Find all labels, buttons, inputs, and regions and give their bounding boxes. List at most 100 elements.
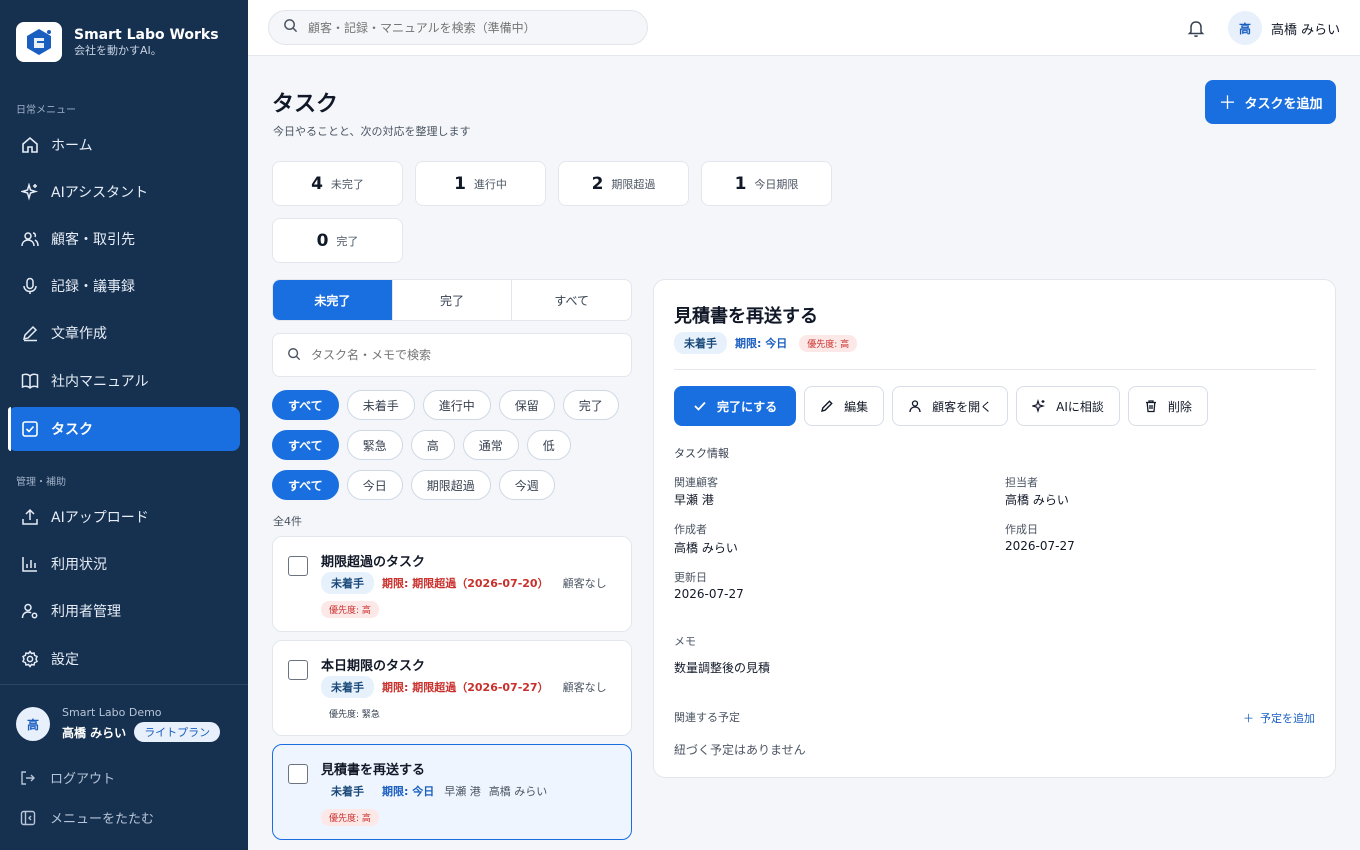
search-icon <box>287 346 301 365</box>
stat-card-overdue[interactable]: 2 期限超過 <box>558 161 689 206</box>
filter-priority-normal[interactable]: 通常 <box>462 430 519 460</box>
field-label: 作成者 <box>674 523 707 536</box>
stat-card-incomplete[interactable]: 4 未完了 <box>272 161 403 206</box>
filter-due-this-week[interactable]: 今週 <box>498 470 555 500</box>
plan-badge: ライトプラン <box>134 722 221 742</box>
stat-label: 今日期限 <box>754 177 799 191</box>
stat-card-due-today[interactable]: 1 今日期限 <box>701 161 832 206</box>
mic-icon <box>20 276 40 296</box>
filter-priority-high[interactable]: 高 <box>410 430 455 460</box>
memo-label: メモ <box>674 635 696 648</box>
global-search-input[interactable] <box>308 20 628 35</box>
user-gear-icon <box>20 601 40 621</box>
sidebar-item-records[interactable]: 記録・議事録 <box>8 264 240 308</box>
sidebar-item-writing[interactable]: 文章作成 <box>8 311 240 355</box>
delete-button[interactable]: 削除 <box>1127 386 1208 426</box>
pen-icon <box>20 323 40 343</box>
home-icon <box>20 135 40 155</box>
empty-schedule-text: 紐づく予定はありません <box>674 743 806 757</box>
upload-icon <box>20 507 40 527</box>
bell-icon[interactable] <box>1186 18 1206 38</box>
collapse-menu-link[interactable]: メニューをたたむ <box>20 808 154 827</box>
top-user-menu[interactable]: 高 高橋 みらい <box>1228 11 1340 45</box>
tab-incomplete[interactable]: 未完了 <box>273 280 393 320</box>
field-label: 更新日 <box>674 571 707 584</box>
sidebar-item-customers[interactable]: 顧客・取引先 <box>8 217 240 261</box>
filter-priority-all[interactable]: すべて <box>272 430 339 460</box>
sidebar-item-label: 文章作成 <box>51 326 107 342</box>
complete-button[interactable]: 完了にする <box>674 386 797 426</box>
search-icon <box>283 18 298 37</box>
filter-status-on-hold[interactable]: 保留 <box>498 390 555 420</box>
task-list-item[interactable]: 本日期限のタスク 未着手 期限: 期限超過（2026-07-27） 顧客なし 優… <box>272 640 632 736</box>
task-list-item[interactable]: 期限超過のタスク 未着手 期限: 期限超過（2026-07-20） 顧客なし 優… <box>272 536 632 632</box>
sidebar-item-user-management[interactable]: 利用者管理 <box>8 589 240 633</box>
task-checkbox[interactable] <box>288 660 308 680</box>
task-list-item-selected[interactable]: 見積書を再送する 未着手 期限: 今日 早瀬 港 高橋 みらい 優先度: 高 <box>272 744 632 840</box>
field-updated: 2026-07-27 <box>674 587 744 601</box>
sidebar-item-label: AIアシスタント <box>51 185 149 201</box>
task-checkbox[interactable] <box>288 764 308 784</box>
status-badge: 未着手 <box>331 785 364 798</box>
tab-all[interactable]: すべて <box>512 280 631 320</box>
task-customer: 早瀬 港 <box>444 785 481 798</box>
priority-badge: 優先度: 緊急 <box>329 710 380 720</box>
task-search-input[interactable] <box>311 348 611 362</box>
detail-due: 期限: 今日 <box>735 337 788 350</box>
bar-chart-icon <box>20 554 40 574</box>
task-due: 期限: 期限超過（2026-07-20） <box>382 577 549 590</box>
sidebar-item-ai-assistant[interactable]: AIアシスタント <box>8 170 240 214</box>
ask-ai-button[interactable]: AIに相談 <box>1016 386 1120 426</box>
sidebar-item-ai-upload[interactable]: AIアップロード <box>8 495 240 539</box>
divider <box>674 369 1316 370</box>
sidebar-divider <box>0 684 248 685</box>
sidebar-collapse-icon <box>20 809 38 827</box>
open-customer-button[interactable]: 顧客を開く <box>892 386 1009 426</box>
brand[interactable]: Smart Labo Works 会社を動かすAI。 <box>16 22 219 62</box>
check-icon <box>693 398 709 414</box>
sidebar-item-usage[interactable]: 利用状況 <box>8 542 240 586</box>
task-search[interactable] <box>272 333 632 377</box>
top-user-name: 高橋 みらい <box>1271 22 1341 38</box>
stat-card-in-progress[interactable]: 1 進行中 <box>415 161 546 206</box>
field-created: 2026-07-27 <box>1005 539 1075 553</box>
filter-status-all[interactable]: すべて <box>272 390 339 420</box>
task-assignee: 高橋 みらい <box>488 785 548 798</box>
delete-label: 削除 <box>1167 399 1192 414</box>
sidebar-item-label: AIアップロード <box>51 510 149 526</box>
stat-card-completed[interactable]: 0 完了 <box>272 218 403 263</box>
avatar: 高 <box>16 707 50 741</box>
edit-button[interactable]: 編集 <box>804 386 885 426</box>
tab-completed[interactable]: 完了 <box>393 280 513 320</box>
task-count: 全4件 <box>273 515 302 528</box>
filter-status-not-started[interactable]: 未着手 <box>346 390 415 420</box>
status-badge: 未着手 <box>321 676 374 698</box>
add-schedule-link[interactable]: ＋ 予定を追加 <box>1243 710 1315 726</box>
sparkle-icon <box>20 182 40 202</box>
stat-value: 4 <box>311 173 323 194</box>
logo-icon <box>16 22 62 62</box>
filter-status-done[interactable]: 完了 <box>562 390 619 420</box>
sidebar-item-settings[interactable]: 設定 <box>8 637 240 681</box>
sidebar-item-manual[interactable]: 社内マニュアル <box>8 359 240 403</box>
filter-priority-low[interactable]: 低 <box>526 430 571 460</box>
filter-due-overdue[interactable]: 期限超過 <box>410 470 491 500</box>
filter-priority-urgent[interactable]: 緊急 <box>346 430 403 460</box>
task-checkbox[interactable] <box>288 556 308 576</box>
sidebar-user[interactable]: 高 Smart Labo Demo 高橋 みらい ライトプラン <box>16 706 221 742</box>
global-search[interactable] <box>268 10 648 45</box>
priority-badge: 優先度: 高 <box>321 601 379 618</box>
field-label: 担当者 <box>1005 476 1038 489</box>
add-task-button[interactable]: ＋ タスクを追加 <box>1205 80 1336 124</box>
collapse-label: メニューをたたむ <box>50 812 155 827</box>
sidebar-item-tasks[interactable]: タスク <box>8 407 240 451</box>
sidebar-item-home[interactable]: ホーム <box>8 123 240 167</box>
filter-due-today[interactable]: 今日 <box>346 470 403 500</box>
filter-due-all[interactable]: すべて <box>272 470 339 500</box>
logout-link[interactable]: ログアウト <box>20 768 115 787</box>
task-due: 期限: 今日 <box>382 785 435 798</box>
filter-status-in-progress[interactable]: 進行中 <box>422 390 491 420</box>
status-filter: すべて 未着手 進行中 保留 完了 <box>272 390 627 420</box>
add-schedule-label: 予定を追加 <box>1260 712 1315 725</box>
field-label: 関連顧客 <box>674 476 718 489</box>
